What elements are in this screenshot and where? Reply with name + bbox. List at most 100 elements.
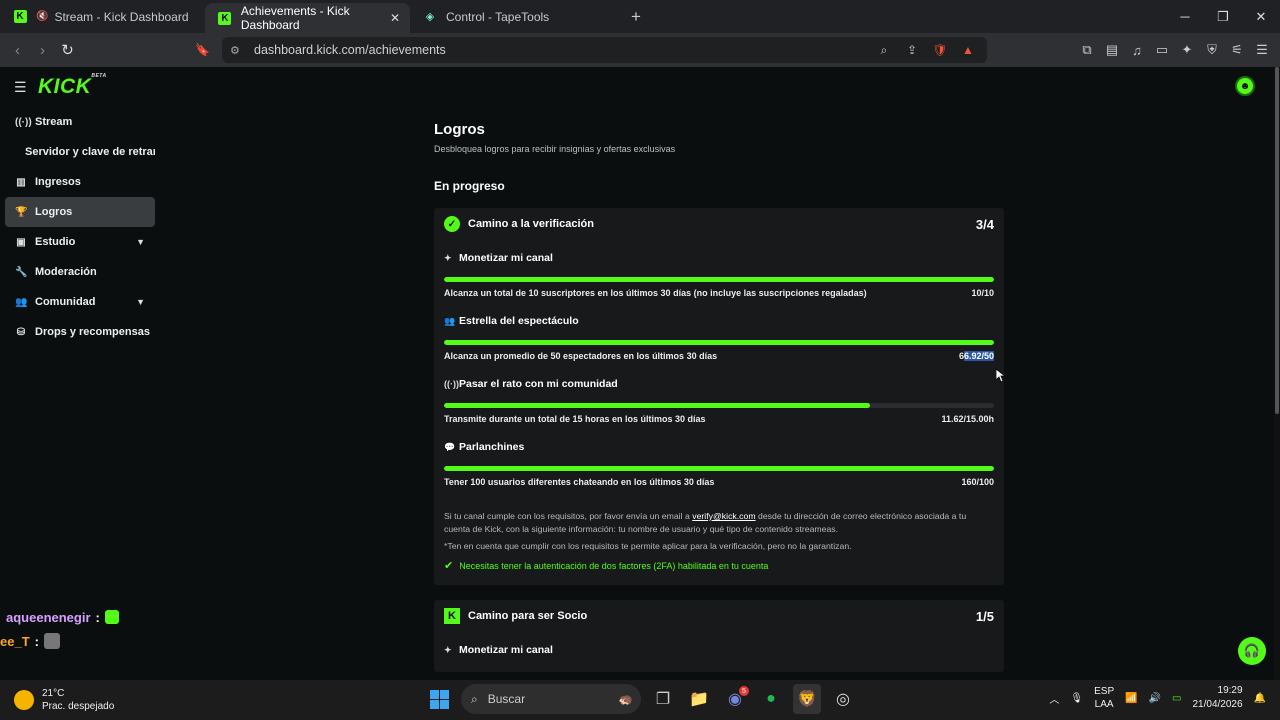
chart-icon: ▥: [16, 176, 26, 188]
share-icon[interactable]: ⇪: [903, 41, 921, 59]
menu-icon[interactable]: ☰: [1252, 40, 1272, 60]
progress-value: 10/10: [971, 288, 994, 298]
close-tab-icon[interactable]: ✕: [390, 11, 400, 25]
hamburger-menu-icon[interactable]: ☰: [14, 79, 27, 96]
sidebar-item-ingresos[interactable]: ▥ Ingresos: [5, 167, 155, 197]
obs-icon[interactable]: ◎: [829, 684, 857, 714]
browser-tab-bar: K 🔇 Stream - Kick Dashboard K Achievemen…: [0, 0, 1280, 33]
task-view-icon[interactable]: ❐: [649, 684, 677, 714]
url-bar[interactable]: ⚙ dashboard.kick.com/achievements ⌕ ⇪ 🛡 …: [222, 37, 987, 63]
brave-shield-icon[interactable]: 🛡: [931, 41, 949, 59]
achievement-item: ✦ Monetizar mi canal Alcanza un total de …: [444, 252, 994, 298]
mouse-cursor-icon: [996, 369, 1006, 383]
brave-rewards-icon[interactable]: ▲: [959, 41, 977, 59]
start-button[interactable]: [425, 684, 453, 714]
page-subtitle: Desbloquea logros para recibir insignias…: [434, 144, 676, 154]
dashboard-page: ☰ KICKBETA ☻ ((·)) Stream Servidor y clav…: [0, 67, 1280, 680]
progress-value: 66.92/50: [958, 351, 994, 361]
achievement-item: 👥 Estrella del espectáculo Alcanza un pro…: [444, 315, 994, 361]
tab-stream[interactable]: K 🔇 Stream - Kick Dashboard: [0, 0, 205, 33]
page-scrollbar[interactable]: [1274, 67, 1280, 680]
checkmark-icon: ✔: [444, 560, 454, 572]
tab-tapetools[interactable]: ◈ Control - TapeTools: [410, 0, 615, 33]
notifications-icon[interactable]: 🔔: [1254, 693, 1266, 704]
clock[interactable]: 19:29 21/04/2026: [1192, 684, 1242, 712]
progress-fill: [444, 340, 994, 345]
wifi-icon[interactable]: 📶: [1125, 693, 1137, 704]
search-highlight-icon: 🦔: [618, 692, 633, 706]
sidebar-item-comunidad[interactable]: 👥 Comunidad ▼: [5, 287, 155, 317]
battery-icon[interactable]: ▭: [1172, 693, 1181, 704]
sidebar-item-logros[interactable]: 🏆 Logros: [5, 197, 155, 227]
tray-overflow-icon[interactable]: ︿: [1049, 691, 1059, 706]
sidebar-item-stream[interactable]: ((·)) Stream: [5, 107, 155, 137]
bookmark-icon[interactable]: 🔖: [190, 35, 215, 65]
wallet-icon[interactable]: ▭: [1152, 40, 1172, 60]
discord-icon[interactable]: ◉ 5: [721, 684, 749, 714]
extensions-icon[interactable]: ⧉: [1077, 40, 1097, 60]
sidebar-toggle-icon[interactable]: ⚟: [1227, 40, 1247, 60]
reload-icon[interactable]: ↻: [55, 35, 80, 65]
sidebar-item-drops[interactable]: ⛁ Drops y recompensas: [5, 317, 155, 347]
brave-browser-icon[interactable]: 🦁: [793, 684, 821, 714]
microphone-icon[interactable]: 🎙: [1070, 693, 1083, 704]
leo-ai-icon[interactable]: ✦: [1177, 40, 1197, 60]
volume-icon[interactable]: 🔊: [1149, 693, 1161, 704]
card-title: Camino a la verificación: [468, 218, 594, 230]
address-toolbar: ‹ › ↻ 🔖 ⚙ dashboard.kick.com/achievement…: [0, 33, 1280, 67]
tapetools-favicon-icon: ◈: [425, 11, 435, 23]
close-window-icon[interactable]: ✕: [1242, 0, 1280, 33]
chat-line: ee_T:: [0, 629, 119, 653]
system-tray: ︿ 🎙 ESP LAA 📶 🔊 ▭ 19:29 21/04/2026 🔔: [1049, 684, 1266, 712]
sparkle-icon: ✦: [444, 252, 452, 263]
tab-achievements[interactable]: K Achievements - Kick Dashboard ✕: [205, 3, 410, 33]
emote-icon: [104, 610, 119, 624]
file-explorer-icon[interactable]: 📁: [685, 684, 713, 714]
language-indicator[interactable]: ESP LAA: [1094, 685, 1114, 711]
forward-icon[interactable]: ›: [30, 35, 55, 65]
user-avatar[interactable]: ☻: [1235, 76, 1255, 96]
kick-favicon-icon: K: [13, 10, 27, 24]
muted-speaker-icon[interactable]: 🔇: [36, 11, 48, 22]
kick-logo[interactable]: KICKBETA: [38, 73, 107, 99]
taskbar-search[interactable]: ⌕ Buscar 🦔: [461, 684, 641, 714]
progress-value: 160/100: [961, 477, 994, 487]
achievement-item: 💬 Parlanchines Tener 100 usuarios diferen…: [444, 441, 994, 487]
restore-icon[interactable]: ❐: [1204, 0, 1242, 33]
broadcast-icon: ((·)): [444, 379, 459, 389]
music-icon[interactable]: ♫: [1127, 40, 1147, 60]
sidebar-item-moderacion[interactable]: 🔧 Moderación: [5, 257, 155, 287]
sidebar-item-estudio[interactable]: ▣ Estudio ▼: [5, 227, 155, 257]
sidebar: ((·))Stream Servidor y clave de retransn…: [5, 107, 155, 347]
achievement-item: ✦ Monetizar mi canal: [444, 644, 553, 656]
windows-taskbar: 21°C Prac. despejado ⌕ Buscar 🦔 ❐ 📁 ◉ 5 ● 🦁 …: [0, 680, 1280, 720]
chevron-down-icon[interactable]: ▼: [136, 237, 145, 247]
studio-icon: ▣: [16, 236, 26, 248]
support-chat-button[interactable]: 🎧: [1238, 637, 1266, 665]
achievement-card-partner: K Camino para ser Socio 1/5 ✦ Monetizar mi…: [434, 600, 1004, 672]
chevron-down-icon[interactable]: ▼: [136, 297, 145, 307]
progress-value: 11.62/15.00h: [941, 414, 994, 424]
tab-label: Control - TapeTools: [446, 9, 550, 24]
url-text[interactable]: dashboard.kick.com/achievements: [254, 43, 446, 57]
back-icon[interactable]: ‹: [5, 35, 30, 65]
zoom-search-icon[interactable]: ⌕: [875, 41, 893, 59]
verify-email-link[interactable]: verify@kick.com: [692, 511, 755, 521]
reader-icon[interactable]: ▤: [1102, 40, 1122, 60]
vpn-icon[interactable]: ⛨: [1202, 40, 1222, 60]
minimize-icon[interactable]: ─: [1166, 0, 1204, 33]
sun-icon: [14, 690, 34, 710]
search-icon: ⌕: [471, 691, 478, 706]
sparkle-icon: ✦: [444, 644, 452, 655]
new-tab-button[interactable]: +: [621, 0, 651, 33]
section-title: En progreso: [434, 179, 505, 193]
site-info-icon[interactable]: ⚙: [230, 44, 246, 57]
progress-fill: [444, 466, 994, 471]
sidebar-item-server-key[interactable]: Servidor y clave de retransn: [5, 137, 155, 167]
chat-line: aqueenenegir:: [0, 605, 119, 629]
spotify-icon[interactable]: ●: [757, 684, 785, 714]
progress-fill: [444, 277, 994, 282]
achievement-item: ((·)) Pasar el rato con mi comunidad Tran…: [444, 378, 994, 424]
weather-widget[interactable]: 21°C Prac. despejado: [14, 687, 114, 713]
verification-notes: Si tu canal cumple con los requisitos, p…: [444, 511, 967, 572]
